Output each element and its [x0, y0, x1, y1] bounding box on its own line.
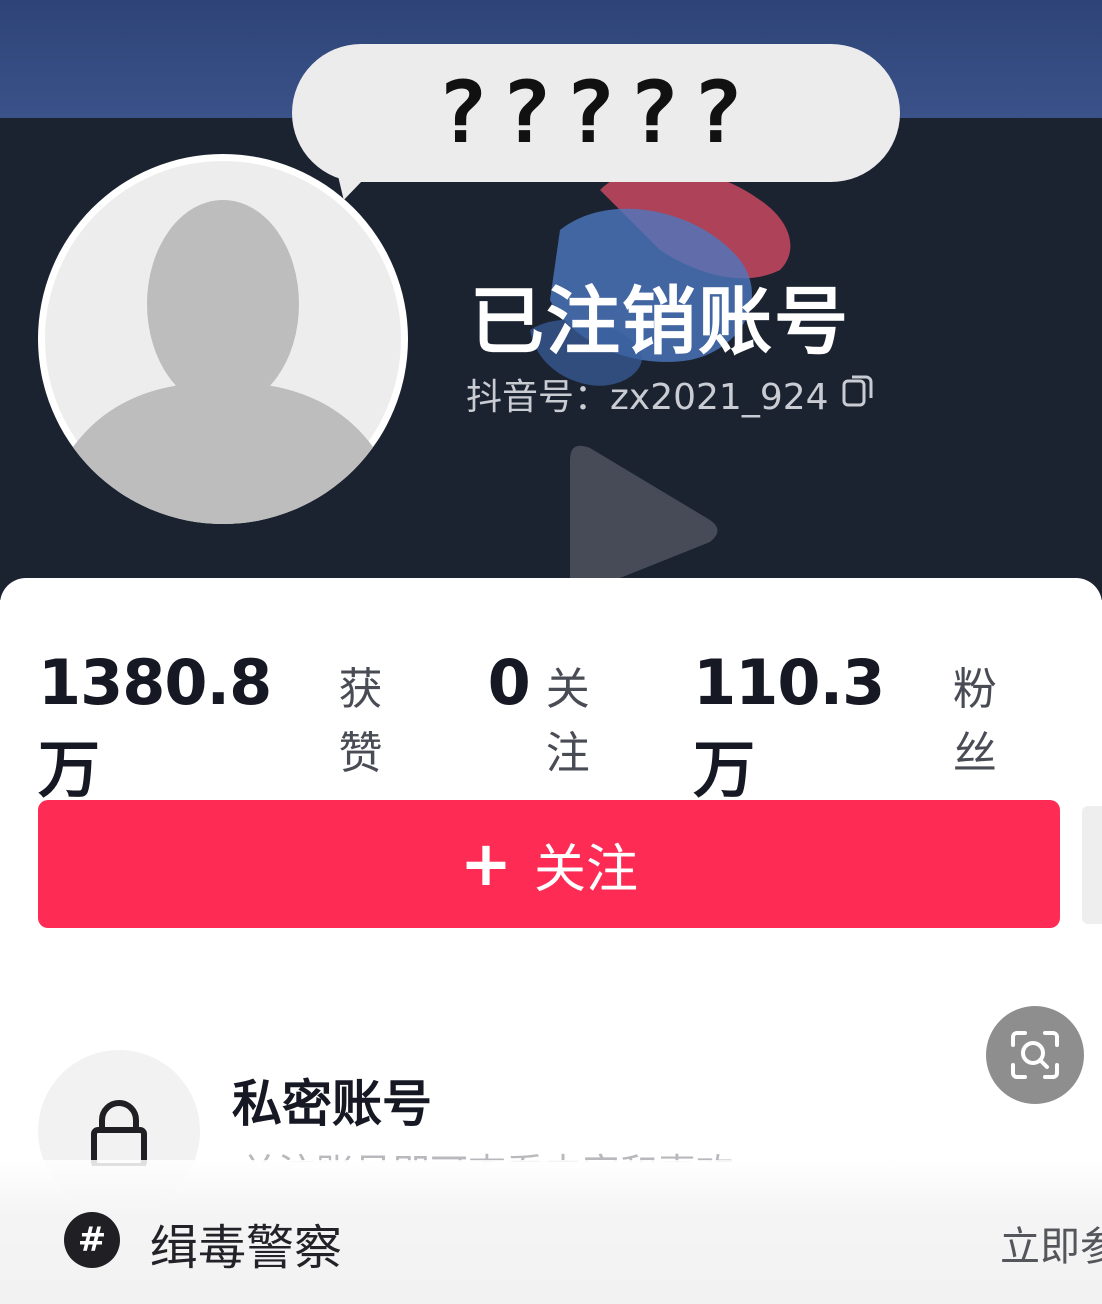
follow-button[interactable]: + 关注	[38, 800, 1060, 928]
plus-icon: +	[460, 827, 512, 900]
stat-label: 关注	[545, 664, 590, 779]
stat-label: 粉丝	[952, 664, 997, 779]
douyin-id-text: 抖音号：zx2021_924	[466, 377, 829, 418]
douyin-id-row[interactable]: 抖音号：zx2021_924	[466, 368, 875, 420]
private-account-title: 私密账号	[232, 1075, 432, 1133]
copy-icon[interactable]	[841, 372, 875, 417]
hashtag-icon: #	[64, 1212, 120, 1268]
join-now-link[interactable]: 立即参	[1000, 1214, 1102, 1272]
avatar[interactable]	[38, 154, 408, 524]
play-icon	[570, 445, 718, 590]
default-avatar-icon	[45, 161, 401, 524]
stats-row: 1380.8万 获赞 0 关注 110.3万 粉丝	[38, 646, 1102, 809]
stat-label: 获赞	[338, 664, 383, 779]
topic-label[interactable]: 缉毒警察	[150, 1208, 342, 1278]
stat-value: 1380.8万	[38, 646, 272, 806]
speech-bubble-text: ?????	[436, 63, 756, 163]
follow-button-label: 关注	[533, 839, 638, 900]
stat-value: 110.3万	[693, 646, 885, 806]
lock-icon	[91, 1100, 147, 1166]
stat-following[interactable]: 0 关注	[488, 646, 630, 781]
stat-likes[interactable]: 1380.8万 获赞	[38, 646, 424, 809]
profile-name: 已注销账号	[470, 279, 850, 365]
stat-value: 0	[487, 646, 531, 719]
scan-search-icon	[1011, 1031, 1059, 1079]
secondary-button-edge[interactable]	[1082, 806, 1102, 924]
private-account-description: 关注账号即可查看内容和喜欢	[240, 1142, 734, 1162]
stat-followers[interactable]: 110.3万 粉丝	[693, 646, 1038, 809]
scan-search-button[interactable]	[986, 1006, 1084, 1104]
